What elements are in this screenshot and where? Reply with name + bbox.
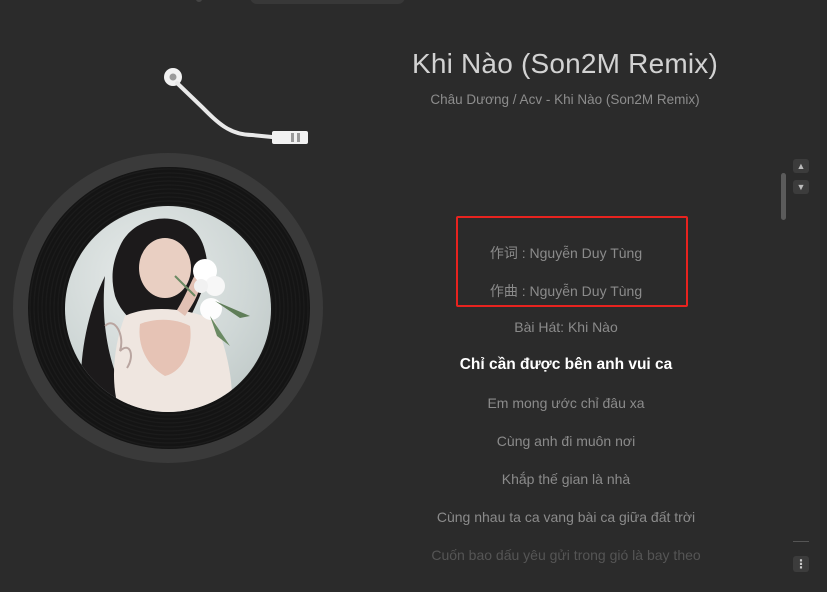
album-cover (65, 206, 271, 412)
highlight-annotation-box (456, 216, 688, 307)
lyric-line[interactable]: Cuốn bao dấu yêu gửi trong gió là bay th… (400, 547, 732, 563)
lyric-line[interactable]: Em mong ước chỉ đâu xa (400, 395, 732, 411)
tonearm (164, 68, 308, 144)
more-vertical-icon[interactable]: ⋮ (793, 556, 809, 572)
lyric-line[interactable]: Khắp thế gian là nhà (400, 471, 732, 487)
lyric-line-active[interactable]: Chỉ cần được bên anh vui ca (400, 356, 732, 374)
album-art-illustration (81, 218, 250, 412)
divider (793, 541, 809, 542)
song-artist-album: Châu Dương / Acv - Khi Nào (Son2M Remix) (430, 92, 700, 107)
lyric-line[interactable]: Cùng anh đi muôn nơi (400, 433, 732, 449)
window-dot (196, 0, 202, 2)
top-search-pill[interactable] (250, 0, 405, 4)
song-title: Khi Nào (Son2M Remix) (411, 48, 719, 79)
lyrics-scrollbar[interactable] (781, 173, 786, 220)
chevron-up-icon[interactable]: ▲ (793, 159, 809, 173)
lyric-line[interactable]: Bài Hát: Khi Nào (400, 319, 732, 335)
lyric-line[interactable]: Cùng nhau ta ca vang bài ca giữa đất trờ… (400, 509, 732, 525)
chevron-down-icon[interactable]: ▼ (793, 180, 809, 194)
